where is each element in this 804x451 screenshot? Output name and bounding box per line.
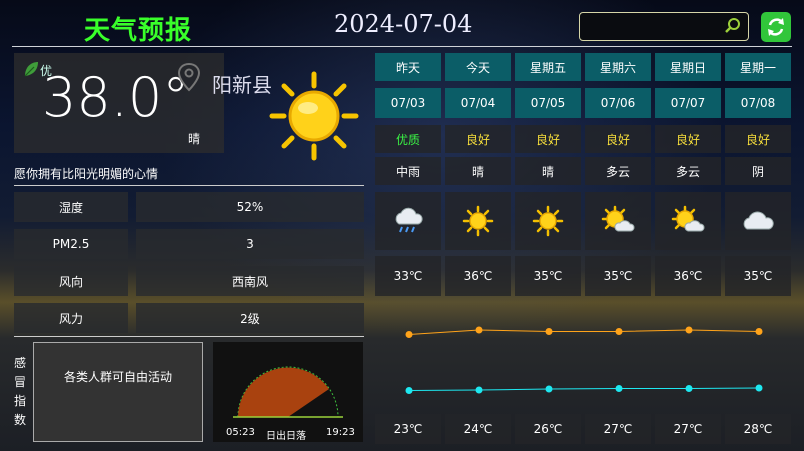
forecast-high: 33℃ [375, 256, 441, 296]
forecast-weather: 晴 [445, 157, 511, 185]
wind-direction-label: 风向 [14, 266, 128, 296]
cold-index-advice: 各类人群可自由活动 [33, 342, 203, 442]
high-temp-point [755, 328, 763, 335]
forecast-date: 07/03 [375, 88, 441, 118]
forecast-high: 35℃ [515, 256, 581, 296]
forecast-low: 23℃ [375, 414, 441, 444]
low-temp-point [545, 385, 553, 393]
sun-icon [269, 71, 359, 161]
search-icon[interactable] [724, 17, 742, 35]
location-pin-icon [177, 62, 201, 92]
low-temp-point [685, 385, 693, 392]
forecast-weather: 阴 [725, 157, 791, 185]
low-temp-line [408, 387, 760, 391]
forecast-day: 星期五 [515, 53, 581, 81]
tip-divider [14, 185, 364, 186]
temperature-chart [405, 326, 763, 394]
leaf-icon [24, 62, 38, 77]
forecast-low: 27℃ [655, 414, 721, 444]
forecast-date: 07/06 [585, 88, 651, 118]
sun-icon [532, 205, 564, 237]
humidity-label: 湿度 [14, 192, 128, 222]
partly-cloudy-icon [601, 205, 635, 232]
forecast-day: 星期日 [655, 53, 721, 81]
high-temp-point [475, 326, 483, 334]
forecast-date: 07/07 [655, 88, 721, 118]
forecast-high: 36℃ [655, 256, 721, 296]
refresh-button[interactable] [761, 12, 791, 42]
tip-text: 愿你拥有比阳光明媚的心情 [14, 167, 159, 181]
low-temp-point [405, 387, 413, 394]
forecast-day: 今天 [445, 53, 511, 81]
current-temperature: 38.0° [42, 66, 190, 129]
search-input[interactable] [583, 16, 727, 38]
forecast-date: 07/04 [445, 88, 511, 118]
forecast-high: 36℃ [445, 256, 511, 296]
sun-icon [462, 205, 494, 237]
forecast-icon-cell [445, 192, 511, 250]
pm25-label: PM2.5 [14, 229, 128, 259]
wind-force-label: 风力 [14, 303, 128, 333]
cloud-icon [743, 211, 774, 230]
forecast-icon-cell [585, 192, 651, 250]
rain-cloud-icon [395, 207, 423, 233]
city-name: 阳新县 [212, 73, 272, 97]
forecast-low: 24℃ [445, 414, 511, 444]
forecast-weather: 中雨 [375, 157, 441, 185]
forecast-quality: 良好 [725, 125, 791, 153]
forecast-icon-cell [655, 192, 721, 250]
forecast-low: 27℃ [585, 414, 651, 444]
forecast-high: 35℃ [725, 256, 791, 296]
forecast-date: 07/08 [725, 88, 791, 118]
high-temp-line [408, 329, 760, 335]
wind-force-value: 2级 [136, 303, 364, 333]
forecast-icon-cell [515, 192, 581, 250]
current-condition: 晴 [188, 132, 201, 146]
sunrise-sunset-label: 日出日落 [266, 431, 306, 442]
forecast-high: 35℃ [585, 256, 651, 296]
high-temp-point [685, 326, 693, 334]
forecast-icon-cell [725, 192, 791, 250]
current-date: 2024-07-04 [334, 10, 473, 38]
forecast-quality: 良好 [515, 125, 581, 153]
wind-direction-value: 西南风 [136, 266, 364, 296]
forecast-weather: 多云 [585, 157, 651, 185]
forecast-low: 26℃ [515, 414, 581, 444]
sunset-time: 19:23 [326, 427, 355, 438]
pm25-value: 3 [136, 229, 364, 259]
humidity-value: 52% [136, 192, 364, 222]
forecast-day: 星期六 [585, 53, 651, 81]
forecast-weather: 多云 [655, 157, 721, 185]
forecast-quality: 良好 [585, 125, 651, 153]
high-temp-point [545, 328, 553, 335]
forecast-day: 昨天 [375, 53, 441, 81]
low-temp-point [615, 385, 623, 392]
low-temp-point [755, 384, 763, 392]
partly-cloudy-icon [671, 205, 705, 232]
low-temp-point [475, 386, 483, 394]
details-divider [14, 336, 364, 337]
search-box[interactable] [579, 12, 749, 41]
high-temp-point [405, 331, 413, 338]
forecast-icon-cell [375, 192, 441, 250]
forecast-quality: 优质 [375, 125, 441, 153]
refresh-icon [768, 18, 784, 36]
app-title: 天气预报 [84, 16, 193, 46]
forecast-low: 28℃ [725, 414, 791, 444]
forecast-date: 07/05 [515, 88, 581, 118]
high-temp-point [615, 328, 623, 335]
forecast-quality: 良好 [445, 125, 511, 153]
cold-index-label: 感冒指数 [14, 356, 27, 427]
sunrise-time: 05:23 [226, 427, 255, 438]
forecast-quality: 良好 [655, 125, 721, 153]
header-divider [12, 46, 792, 47]
forecast-day: 星期一 [725, 53, 791, 81]
forecast-weather: 晴 [515, 157, 581, 185]
